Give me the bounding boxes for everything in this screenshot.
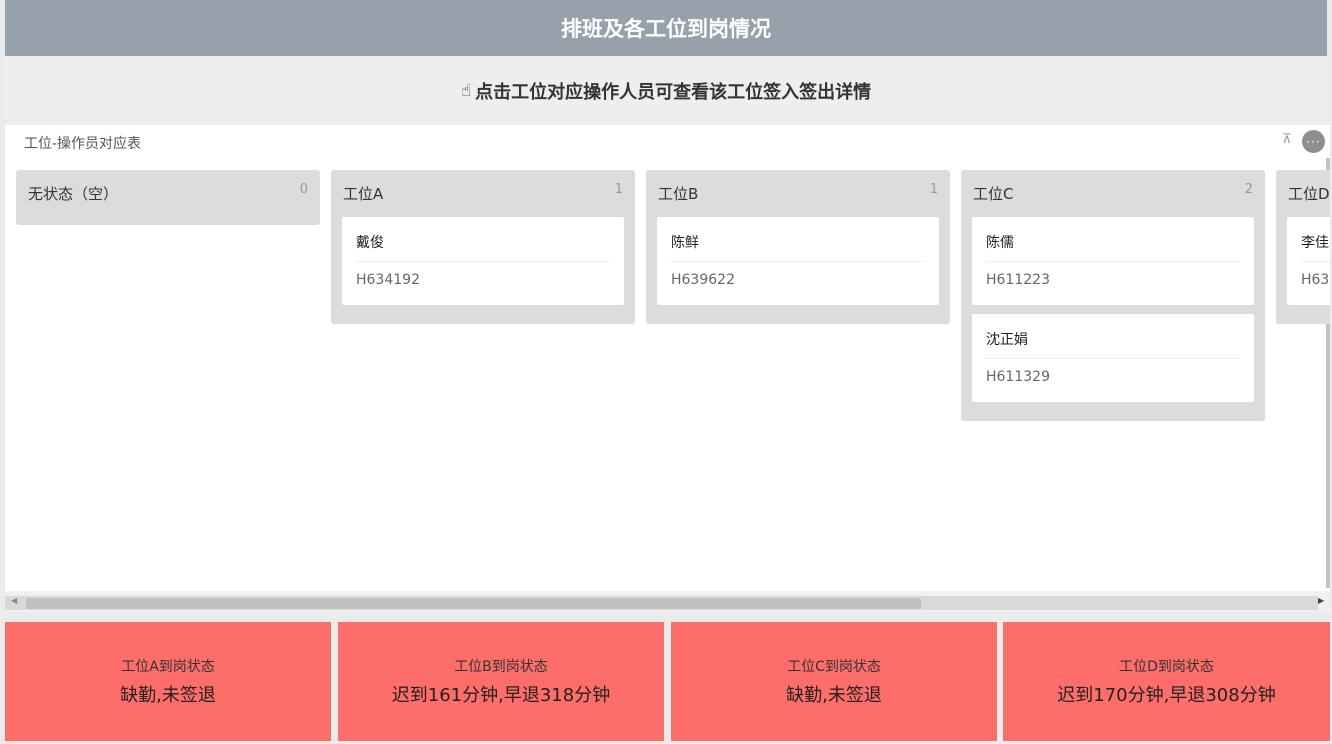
scrollbar-thumb[interactable] — [26, 598, 921, 609]
operator-card[interactable]: 陈儒 H611223 — [972, 217, 1254, 305]
status-label: 工位B到岗状态 — [454, 659, 548, 675]
kanban-column: 无状态（空） 0 — [16, 170, 320, 225]
operator-name: 陈鲜 — [671, 235, 699, 251]
operator-name: 沈正娟 — [986, 332, 1028, 348]
operator-id: H634192 — [356, 272, 420, 288]
column-name: 工位A — [343, 185, 384, 203]
board-header: 工位-操作员对应表 ⊼ ··· — [5, 125, 1330, 158]
operator-id: H639622 — [671, 272, 735, 288]
status-value: 迟到161分钟,早退318分钟 — [391, 685, 611, 706]
card-divider — [356, 261, 610, 262]
hint-text: 点击工位对应操作人员可查看该工位签入签出详情 — [475, 81, 872, 103]
status-tile-c: 工位C到岗状态 缺勤,未签退 — [671, 622, 997, 741]
column-count: 0 — [299, 182, 308, 197]
status-label: 工位A到岗状态 — [121, 659, 215, 675]
status-tile-d: 工位D到岗状态 迟到170分钟,早退308分钟 — [1003, 622, 1330, 741]
hierarchy-icon[interactable]: ⊼ — [1282, 133, 1296, 147]
column-header: 工位A 1 — [331, 170, 635, 215]
kanban-column: 工位C 2 陈儒 H611223 沈正娟 H611329 — [961, 170, 1265, 421]
operator-card[interactable]: 沈正娟 H611329 — [972, 314, 1254, 402]
kanban-column: 工位D 李佳 H63 — [1276, 170, 1330, 324]
horizontal-scrollbar[interactable]: ◀ ▶ — [5, 591, 1330, 612]
status-tile-a: 工位A到岗状态 缺勤,未签退 — [5, 622, 331, 741]
column-header: 工位D — [1276, 170, 1330, 215]
card-divider — [986, 358, 1240, 359]
column-name: 无状态（空） — [28, 185, 119, 203]
column-header: 无状态（空） 0 — [16, 170, 320, 215]
status-value: 迟到170分钟,早退308分钟 — [1057, 685, 1276, 706]
status-value: 缺勤,未签退 — [786, 685, 882, 706]
card-divider — [1301, 261, 1330, 262]
column-header: 工位C 2 — [961, 170, 1265, 215]
operator-name: 陈儒 — [986, 235, 1014, 251]
operator-id: H611329 — [986, 369, 1050, 385]
kanban-column: 工位A 1 戴俊 H634192 — [331, 170, 635, 324]
operator-name: 李佳 — [1301, 235, 1329, 251]
scrollbar-track[interactable] — [5, 596, 1318, 610]
scroll-left-icon[interactable]: ◀ — [11, 596, 17, 605]
card-divider — [671, 261, 925, 262]
column-name: 工位B — [658, 185, 699, 203]
kanban-column: 工位B 1 陈鲜 H639622 — [646, 170, 950, 324]
column-count: 1 — [929, 182, 938, 197]
page-title-bar: 排班及各工位到岗情况 — [5, 0, 1327, 56]
status-label: 工位D到岗状态 — [1119, 659, 1214, 675]
operator-card[interactable]: 戴俊 H634192 — [342, 217, 624, 305]
status-label: 工位C到岗状态 — [787, 659, 881, 675]
pointing-hand-icon: ☝ — [460, 80, 472, 101]
status-value: 缺勤,未签退 — [120, 685, 216, 706]
hint-bar: ☝ 点击工位对应操作人员可查看该工位签入签出详情 — [5, 56, 1327, 125]
status-tile-b: 工位B到岗状态 迟到161分钟,早退318分钟 — [338, 622, 664, 741]
operator-name: 戴俊 — [356, 235, 384, 251]
operator-card[interactable]: 李佳 H63 — [1287, 217, 1330, 305]
operator-card[interactable]: 陈鲜 H639622 — [657, 217, 939, 305]
board-title: 工位-操作员对应表 — [24, 136, 142, 152]
page-title: 排班及各工位到岗情况 — [561, 17, 771, 41]
column-name: 工位C — [973, 185, 1014, 203]
column-count: 1 — [614, 182, 623, 197]
card-divider — [986, 261, 1240, 262]
operator-id: H611223 — [986, 272, 1050, 288]
kanban-board: 工位-操作员对应表 ⊼ ··· 无状态（空） 0 工位A 1 戴俊 H63419… — [5, 125, 1330, 612]
column-count: 2 — [1244, 182, 1253, 197]
column-name: 工位D — [1288, 185, 1330, 203]
column-header: 工位B 1 — [646, 170, 950, 215]
more-options-button[interactable]: ··· — [1302, 130, 1325, 153]
operator-id: H63 — [1301, 272, 1330, 288]
scroll-right-icon[interactable]: ▶ — [1318, 596, 1324, 605]
